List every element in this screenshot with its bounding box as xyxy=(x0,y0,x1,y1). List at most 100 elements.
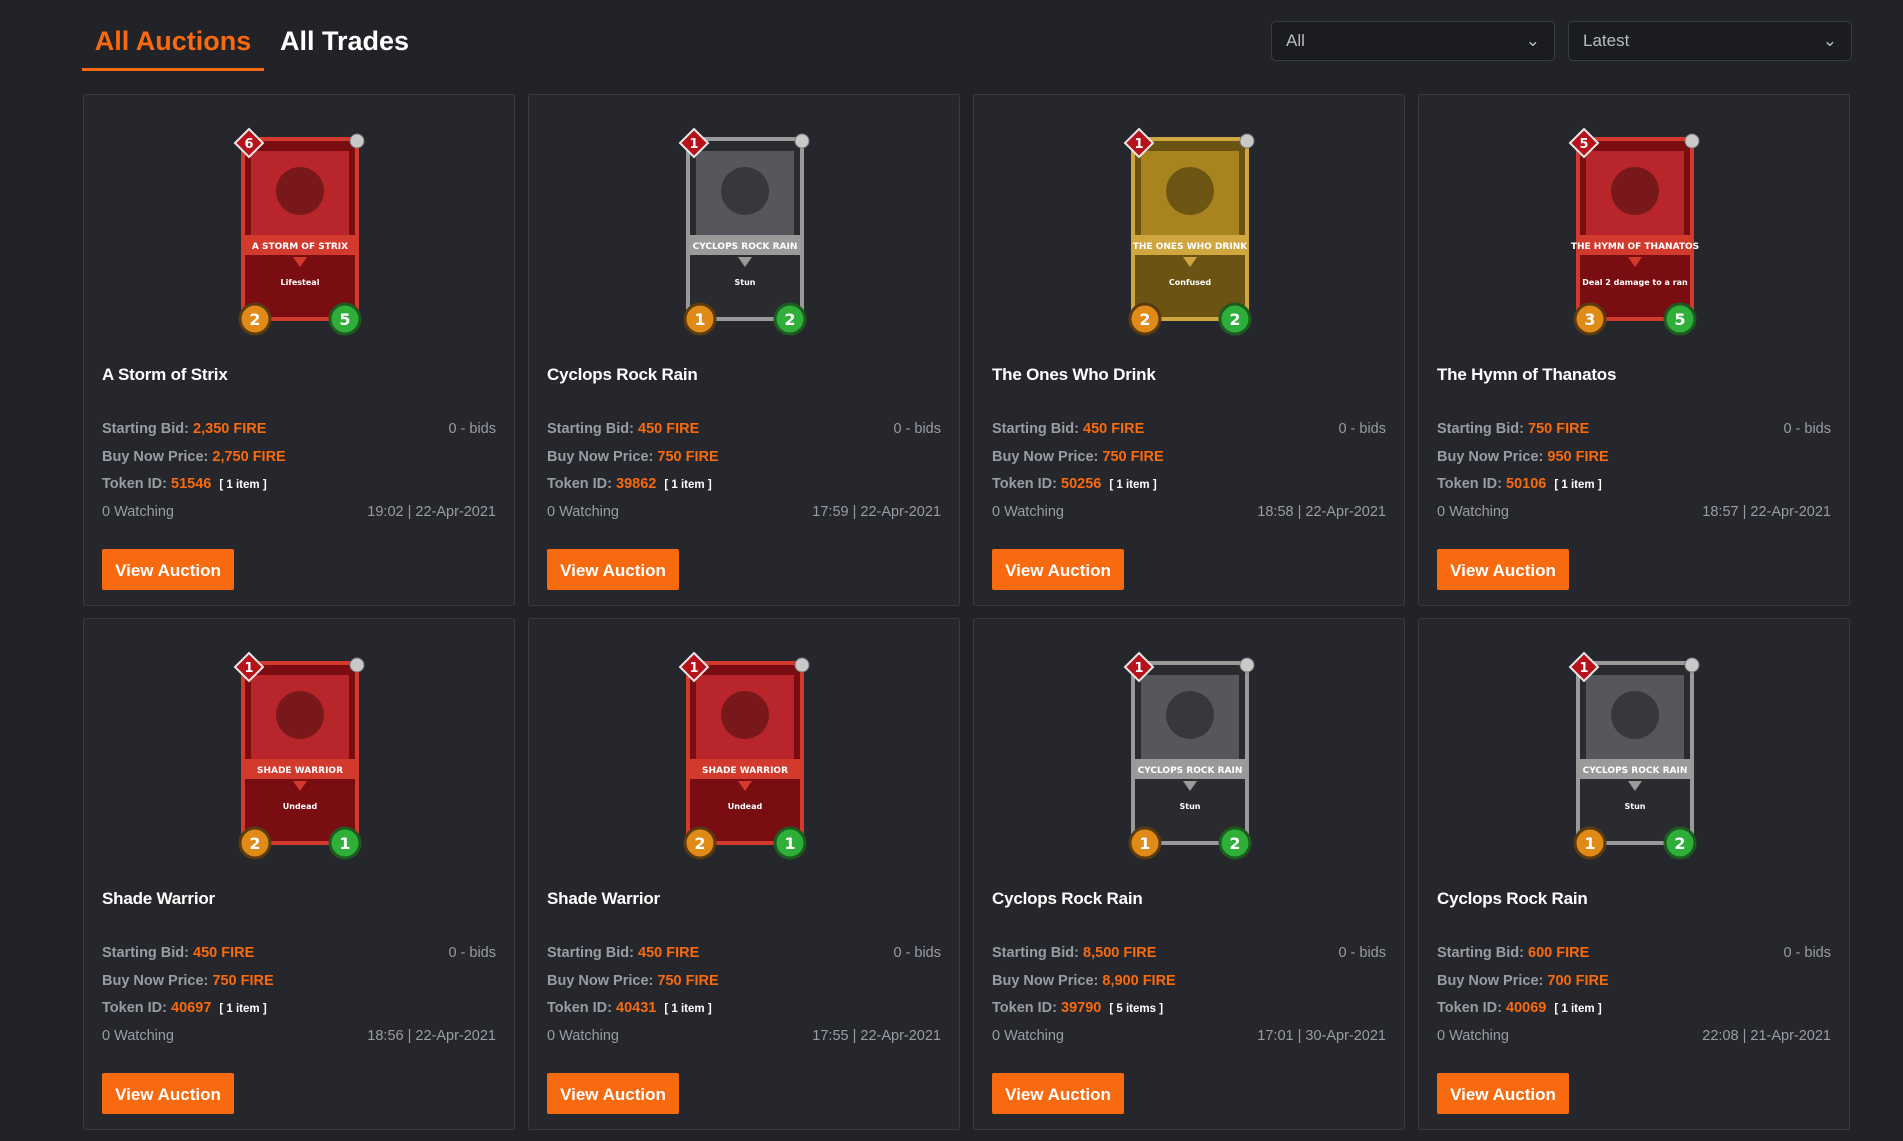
watching-count: 0 Watching xyxy=(992,1028,1064,1044)
starting-bid-value: 2,350 FIRE xyxy=(193,421,267,437)
game-card-graphic: THE HYMN OF THANATOS Deal 2 damage to a … xyxy=(1568,127,1700,336)
view-auction-button[interactable]: View Auction xyxy=(1437,549,1569,590)
token-id-row: Token ID: 40697 [ 1 item ] xyxy=(102,1000,496,1016)
svg-text:CYCLOPS ROCK RAIN: CYCLOPS ROCK RAIN xyxy=(1583,766,1688,776)
buy-now-row: Buy Now Price: 750 FIRE xyxy=(992,449,1386,465)
watching-count: 0 Watching xyxy=(102,504,174,520)
buy-now-row: Buy Now Price: 750 FIRE xyxy=(547,449,941,465)
auction-card: SHADE WARRIOR Undead 1 2 1 Shade Warrior… xyxy=(83,618,515,1130)
sort-select[interactable]: Latest ⌄ xyxy=(1568,21,1852,61)
starting-bid-row: Starting Bid: 450 FIRE 0 - bids xyxy=(547,945,941,961)
starting-bid-label: Starting Bid: xyxy=(1437,421,1524,437)
listing-time: 17:59 | 22-Apr-2021 xyxy=(812,504,941,520)
token-id-value: 50256 xyxy=(1061,476,1102,492)
listing-time: 17:01 | 30-Apr-2021 xyxy=(1257,1028,1386,1044)
item-count: [ 1 item ] xyxy=(219,479,267,491)
bid-count: 0 - bids xyxy=(1783,421,1831,437)
auction-card: THE HYMN OF THANATOS Deal 2 damage to a … xyxy=(1418,94,1850,606)
card-title: Cyclops Rock Rain xyxy=(992,889,1143,908)
view-auction-button[interactable]: View Auction xyxy=(992,549,1124,590)
buy-now-row: Buy Now Price: 750 FIRE xyxy=(547,973,941,989)
listing-time: 18:58 | 22-Apr-2021 xyxy=(1257,504,1386,520)
starting-bid-label: Starting Bid: xyxy=(547,421,634,437)
category-select[interactable]: All ⌄ xyxy=(1271,21,1555,61)
item-count: [ 1 item ] xyxy=(1554,479,1602,491)
auction-card: CYCLOPS ROCK RAIN Stun 1 1 2 Cyclops Roc… xyxy=(1418,618,1850,1130)
starting-bid-value: 450 FIRE xyxy=(638,421,700,437)
starting-bid-value: 750 FIRE xyxy=(1528,421,1590,437)
watching-row: 0 Watching 22:08 | 21-Apr-2021 xyxy=(1437,1028,1831,1044)
buy-now-label: Buy Now Price: xyxy=(547,449,654,465)
svg-text:1: 1 xyxy=(1134,137,1143,152)
token-id-row: Token ID: 51546 [ 1 item ] xyxy=(102,476,496,492)
buy-now-value: 2,750 FIRE xyxy=(212,449,286,465)
watching-row: 0 Watching 18:57 | 22-Apr-2021 xyxy=(1437,504,1831,520)
svg-text:Stun: Stun xyxy=(1625,802,1646,811)
starting-bid-label: Starting Bid: xyxy=(992,421,1079,437)
listing-time: 18:57 | 22-Apr-2021 xyxy=(1702,504,1831,520)
token-id-value: 39790 xyxy=(1061,1000,1102,1016)
bid-count: 0 - bids xyxy=(448,945,496,961)
svg-text:6: 6 xyxy=(244,137,253,152)
listing-time: 18:56 | 22-Apr-2021 xyxy=(367,1028,496,1044)
bid-count: 0 - bids xyxy=(1783,945,1831,961)
token-id-label: Token ID: xyxy=(1437,476,1502,492)
card-image: THE HYMN OF THANATOS Deal 2 damage to a … xyxy=(1419,121,1851,341)
chevron-down-icon: ⌄ xyxy=(1525,31,1540,50)
item-count: [ 5 items ] xyxy=(1109,1003,1164,1015)
buy-now-value: 750 FIRE xyxy=(212,973,274,989)
buy-now-value: 8,900 FIRE xyxy=(1102,973,1176,989)
buy-now-value: 750 FIRE xyxy=(1102,449,1164,465)
card-title: Cyclops Rock Rain xyxy=(547,365,698,384)
card-image: A STORM OF STRIX Lifesteal 6 2 5 xyxy=(84,121,516,341)
auction-card: SHADE WARRIOR Undead 1 2 1 Shade Warrior… xyxy=(528,618,960,1130)
watching-row: 0 Watching 19:02 | 22-Apr-2021 xyxy=(102,504,496,520)
svg-text:SHADE WARRIOR: SHADE WARRIOR xyxy=(257,766,343,776)
starting-bid-row: Starting Bid: 600 FIRE 0 - bids xyxy=(1437,945,1831,961)
bid-count: 0 - bids xyxy=(1338,945,1386,961)
svg-text:1: 1 xyxy=(1139,834,1150,853)
view-auction-button[interactable]: View Auction xyxy=(1437,1073,1569,1114)
token-id-row: Token ID: 40069 [ 1 item ] xyxy=(1437,1000,1831,1016)
token-id-row: Token ID: 50256 [ 1 item ] xyxy=(992,476,1386,492)
chevron-down-icon: ⌄ xyxy=(1822,31,1837,50)
watching-row: 0 Watching 17:59 | 22-Apr-2021 xyxy=(547,504,941,520)
game-card-graphic: CYCLOPS ROCK RAIN Stun 1 1 2 xyxy=(678,127,810,336)
card-title: Shade Warrior xyxy=(102,889,215,908)
token-id-row: Token ID: 39862 [ 1 item ] xyxy=(547,476,941,492)
token-id-row: Token ID: 50106 [ 1 item ] xyxy=(1437,476,1831,492)
card-image: CYCLOPS ROCK RAIN Stun 1 1 2 xyxy=(1419,645,1851,865)
view-auction-button[interactable]: View Auction xyxy=(992,1073,1124,1114)
buy-now-row: Buy Now Price: 8,900 FIRE xyxy=(992,973,1386,989)
starting-bid-label: Starting Bid: xyxy=(102,945,189,961)
svg-text:SHADE WARRIOR: SHADE WARRIOR xyxy=(702,766,788,776)
token-id-value: 51546 xyxy=(171,476,212,492)
svg-text:Undead: Undead xyxy=(283,802,318,811)
buy-now-label: Buy Now Price: xyxy=(1437,449,1544,465)
starting-bid-value: 600 FIRE xyxy=(1528,945,1590,961)
game-card-graphic: THE ONES WHO DRINK Confused 1 2 2 xyxy=(1123,127,1255,336)
starting-bid-value: 450 FIRE xyxy=(638,945,700,961)
view-auction-button[interactable]: View Auction xyxy=(102,549,234,590)
card-title: The Ones Who Drink xyxy=(992,365,1156,384)
token-id-value: 40697 xyxy=(171,1000,212,1016)
svg-text:1: 1 xyxy=(689,661,698,676)
starting-bid-value: 450 FIRE xyxy=(193,945,255,961)
starting-bid-label: Starting Bid: xyxy=(1437,945,1524,961)
svg-text:5: 5 xyxy=(1674,310,1685,329)
watching-row: 0 Watching 17:01 | 30-Apr-2021 xyxy=(992,1028,1386,1044)
svg-text:Deal 2 damage to a ran: Deal 2 damage to a ran xyxy=(1582,278,1688,287)
view-auction-button[interactable]: View Auction xyxy=(102,1073,234,1114)
view-auction-button[interactable]: View Auction xyxy=(547,1073,679,1114)
view-auction-button[interactable]: View Auction xyxy=(547,549,679,590)
item-count: [ 1 item ] xyxy=(1554,1003,1602,1015)
bid-count: 0 - bids xyxy=(893,421,941,437)
tab-all-trades[interactable]: All Trades xyxy=(280,24,409,68)
watching-count: 0 Watching xyxy=(1437,504,1509,520)
svg-text:Stun: Stun xyxy=(1180,802,1201,811)
tab-all-auctions[interactable]: All Auctions xyxy=(82,24,264,71)
svg-text:1: 1 xyxy=(689,137,698,152)
token-id-label: Token ID: xyxy=(1437,1000,1502,1016)
svg-text:2: 2 xyxy=(249,310,260,329)
game-card-graphic: SHADE WARRIOR Undead 1 2 1 xyxy=(233,651,365,860)
